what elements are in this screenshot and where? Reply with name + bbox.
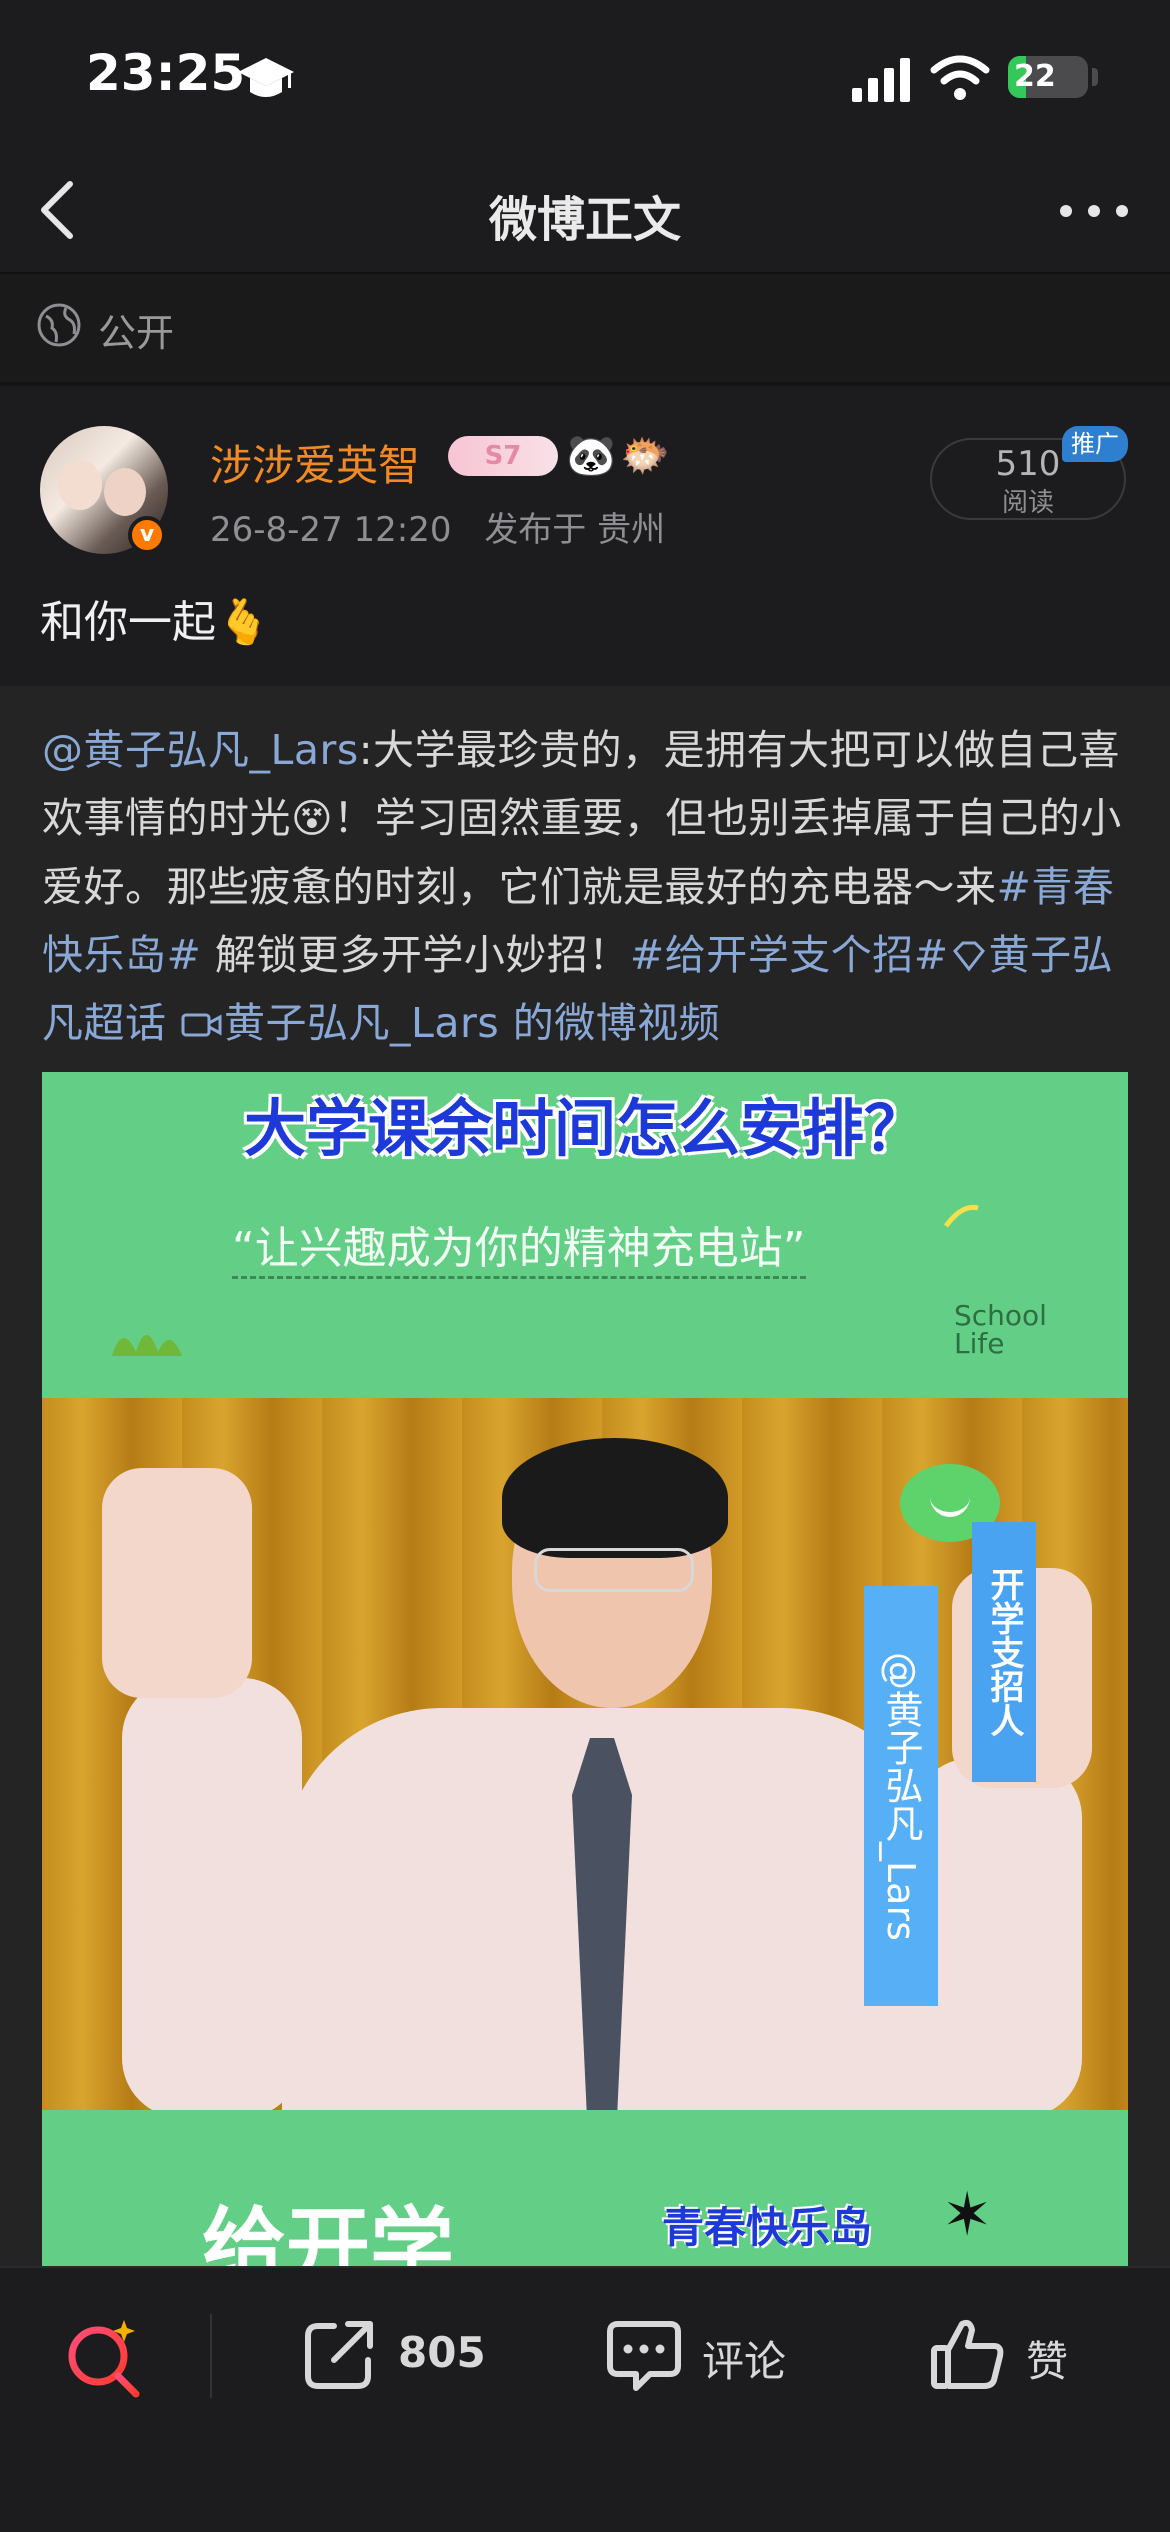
emoji: 😵 <box>291 796 334 842</box>
navigation-bar: 微博正文 <box>0 150 1170 274</box>
repost-text: @黄子弘凡_Lars:大学最珍贵的，是拥有大把可以做自己喜欢事情的时光😵！学习固… <box>42 716 1132 1057</box>
verified-badge: v <box>128 516 166 554</box>
share-count: 805 <box>398 2328 486 2377</box>
weibo-post-page: 23:25 22 微博正文 公开 v 涉涉爱英智 S7 🐼 🐡 26-8-27 … <box>0 0 1170 2532</box>
person-hair <box>502 1438 728 1558</box>
video-headline: 大学课余时间怎么安排？ <box>243 1092 926 1165</box>
bottom-toolbar: 805 评论 赞 <box>0 2266 1170 2532</box>
video-link-label: 黄子弘凡_Lars 的微博视频 <box>224 999 721 1047</box>
video-banner-top: 大学课余时间怎么安排？ “让兴趣成为你的精神充电站” School Life <box>42 1072 1128 1398</box>
globe-icon <box>37 303 81 347</box>
status-time: 23:25 <box>86 44 246 102</box>
status-bar: 23:25 22 <box>0 0 1170 150</box>
video-link[interactable]: 黄子弘凡_Lars 的微博视频 <box>180 999 720 1047</box>
post-timestamp: 26-8-27 12:20 <box>210 510 452 550</box>
person-hand <box>102 1468 252 1698</box>
wifi-icon <box>930 55 990 100</box>
graduation-cap-icon <box>238 58 294 97</box>
school-life-text: School <box>954 1299 1047 1332</box>
battery-tip <box>1092 68 1098 86</box>
battery-percent: 22 <box>1014 59 1056 94</box>
post-location: 发布于 贵州 <box>484 510 666 550</box>
author-name[interactable]: 涉涉爱英智 <box>210 432 420 493</box>
post-text: 和你一起🫰 <box>40 586 271 650</box>
avatar-face <box>58 460 102 510</box>
video-bottom-subtitle: 青春快乐岛 <box>662 2203 873 2252</box>
avatar-face <box>104 468 146 516</box>
toolbar-divider <box>210 2314 212 2398</box>
mention-link[interactable]: @黄子弘凡_Lars <box>42 726 359 774</box>
share-icon <box>305 2321 373 2389</box>
visibility-row: 公开 <box>0 274 1170 386</box>
video-subtitle: “让兴趣成为你的精神充电站” <box>232 1212 806 1279</box>
video-frame: 开学支招人 @黄子弘凡_Lars <box>42 1398 1128 2128</box>
topic-link[interactable]: #给开学支个招# <box>630 931 949 979</box>
school-life-logo: School Life <box>954 1302 1047 1358</box>
battery-indicator: 22 <box>1008 56 1088 98</box>
more-options-icon[interactable] <box>1056 186 1132 236</box>
glasses <box>534 1548 694 1592</box>
comment-label: 评论 <box>702 2337 787 2386</box>
panda-badge-icon[interactable]: 🐼 <box>566 432 616 479</box>
promo-tag: 推广 <box>1062 426 1128 462</box>
cellular-signal-icon <box>852 58 910 102</box>
video-icon <box>181 1013 222 1037</box>
share-button[interactable]: 805 <box>300 2308 500 2404</box>
sticker-tape-label: 开学支招人 <box>972 1522 1036 1782</box>
page-title: 微博正文 <box>488 192 681 248</box>
visibility-label: 公开 <box>98 311 175 355</box>
video-bottom-title: 给开学 <box>202 2198 455 2266</box>
read-label: 阅读 <box>1001 488 1054 518</box>
video-banner-bottom: 给开学 青春快乐岛 ✶ <box>42 2110 1128 2266</box>
like-button[interactable]: 赞 <box>928 2308 1088 2404</box>
school-life-text: Life <box>954 1327 1005 1360</box>
post-header: v 涉涉爱英智 S7 🐼 🐡 26-8-27 12:20 发布于 贵州 510 … <box>0 386 1170 686</box>
post-text-emoji: 🫰 <box>216 597 271 648</box>
star-icon: ✶ <box>942 2180 993 2250</box>
level-badge[interactable]: S7 <box>448 436 558 476</box>
sticker-tape-mention: @黄子弘凡_Lars <box>864 1586 938 2006</box>
post-text-body: 和你一起 <box>40 597 216 648</box>
fish-badge-icon[interactable]: 🐡 <box>620 432 670 479</box>
reposted-content[interactable]: @黄子弘凡_Lars:大学最珍贵的，是拥有大把可以做自己喜欢事情的时光😵！学习固… <box>0 686 1170 2266</box>
diamond-icon <box>952 941 985 972</box>
repost-body: 解锁更多开学小妙招！ <box>201 931 630 979</box>
video-thumbnail[interactable]: 大学课余时间怎么安排？ “让兴趣成为你的精神充电站” School Life 开… <box>42 1072 1128 2266</box>
grass-icon <box>112 1335 182 1356</box>
person-arm <box>122 1678 302 2118</box>
comment-icon <box>607 2321 681 2391</box>
thumbs-up-icon <box>931 2319 1004 2389</box>
ai-search-icon[interactable] <box>62 2314 146 2398</box>
leaf-icon <box>943 1204 979 1228</box>
like-label: 赞 <box>1026 2337 1069 2386</box>
post-meta: 26-8-27 12:20 发布于 贵州 <box>210 502 665 551</box>
comment-button[interactable]: 评论 <box>604 2308 804 2404</box>
